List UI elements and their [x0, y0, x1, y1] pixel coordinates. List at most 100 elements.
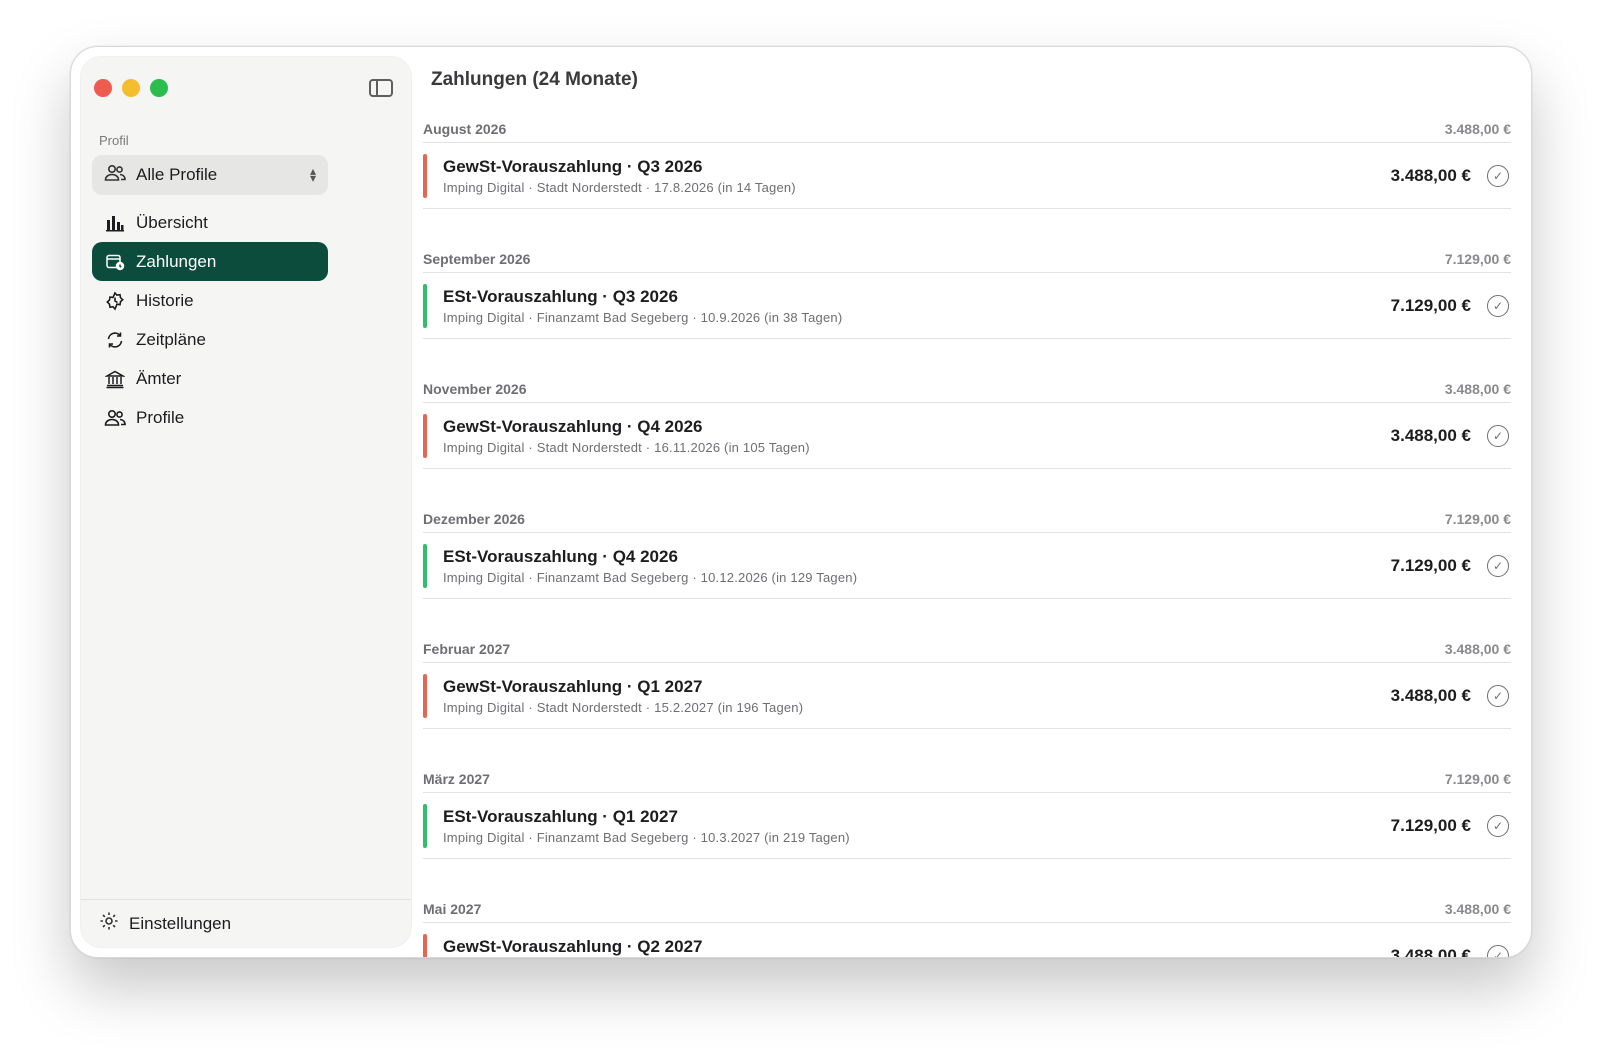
payment-info: GewSt-Vorauszahlung · Q3 2026 Imping Digi… — [443, 157, 1391, 195]
payment-info: ESt-Vorauszahlung · Q4 2026 Imping Digita… — [443, 547, 1391, 585]
month-total: 3.488,00 € — [1444, 120, 1511, 137]
payment-amount: 3.488,00 € — [1390, 165, 1471, 185]
main-content: Zahlungen (24 Monate) August 2026 3.488,0… — [423, 47, 1531, 957]
payment-meta: Imping Digital · Stadt Norderstedt · 15.… — [443, 699, 804, 715]
zoom-window-button[interactable] — [150, 79, 168, 97]
payment-type-indicator — [423, 803, 427, 848]
payment-info: GewSt-Vorauszahlung · Q2 2027Imping Digi… — [443, 936, 1391, 958]
payment-amount: 7.129,00 € — [1390, 815, 1471, 835]
checkmark-circle-icon[interactable]: ✓ — [1487, 164, 1509, 187]
payment-title: GewSt-Vorauszahlung · Q2 2027 — [443, 936, 703, 956]
payment-title: GewSt-Vorauszahlung · Q4 2026 — [443, 416, 703, 436]
history-icon — [104, 291, 126, 311]
sidebar-item-zahlungen[interactable]: Zahlungen — [92, 242, 328, 281]
sidebar-item-profile[interactable]: Profile — [92, 398, 328, 437]
month-label: Dezember 2026 — [423, 510, 525, 527]
payment-type-indicator — [423, 413, 427, 458]
sidebar-nav: Übersicht Zahlungen Historie Zeitpläne Ämter… — [92, 203, 328, 437]
page-title: Zahlungen (24 Monate) — [431, 69, 638, 90]
month-label: November 2026 — [423, 380, 527, 397]
payment-row[interactable]: ESt-Vorauszahlung · Q3 2026 Imping Digita… — [423, 273, 1511, 339]
payment-meta: Imping Digital · Stadt Norderstedt · 16.… — [443, 439, 810, 455]
sidebar: Profil Alle Profile ▴ ▾ Übersicht Zahlunge… — [81, 57, 411, 947]
people-icon — [104, 409, 126, 427]
month-group-header: August 2026 3.488,00 € — [423, 115, 1511, 143]
payment-row[interactable]: ESt-Vorauszahlung · Q4 2026 Imping Digita… — [423, 533, 1511, 599]
checkmark-circle-icon[interactable]: ✓ — [1487, 554, 1509, 577]
payment-type-indicator — [423, 543, 427, 588]
window-controls — [94, 79, 168, 97]
payment-row[interactable]: GewSt-Vorauszahlung · Q1 2027 Imping Digi… — [423, 663, 1511, 729]
profile-select[interactable]: Alle Profile ▴ ▾ — [92, 155, 328, 195]
payment-type-indicator — [423, 283, 427, 328]
sidebar-item-übersicht[interactable]: Übersicht — [92, 203, 328, 242]
checkmark-circle-icon[interactable]: ✓ — [1487, 424, 1509, 447]
month-group-header: November 2026 3.488,00 € — [423, 375, 1511, 403]
payment-amount: 7.129,00 € — [1390, 555, 1471, 575]
payment-meta: Imping Digital · Finanzamt Bad Segeberg … — [443, 569, 858, 585]
payment-row[interactable]: GewSt-Vorauszahlung · Q2 2027Imping Digi… — [423, 923, 1511, 958]
close-window-button[interactable] — [94, 79, 112, 97]
checkmark-circle-icon[interactable]: ✓ — [1487, 944, 1509, 957]
payment-info: ESt-Vorauszahlung · Q1 2027 Imping Digita… — [443, 807, 1391, 845]
chart-bar-icon — [104, 214, 126, 232]
payment-info: GewSt-Vorauszahlung · Q1 2027 Imping Digi… — [443, 677, 1391, 715]
payment-list[interactable]: August 2026 3.488,00 € GewSt-Vorauszahlung… — [423, 115, 1511, 958]
gear-icon — [99, 911, 119, 936]
month-label: September 2026 — [423, 250, 531, 267]
settings-button[interactable]: Einstellungen — [81, 899, 411, 947]
payment-meta: Imping Digital · Finanzamt Bad Segeberg … — [443, 829, 850, 845]
sidebar-item-label: Zahlungen — [136, 251, 217, 271]
payment-amount: 3.488,00 € — [1390, 945, 1471, 958]
sidebar-item-label: Profile — [136, 407, 185, 427]
month-total: 7.129,00 € — [1444, 250, 1511, 267]
profile-select-value: Alle Profile — [136, 165, 218, 184]
month-label: Mai 2027 — [423, 900, 482, 917]
building-columns-icon — [104, 369, 126, 389]
sidebar-item-ämter[interactable]: Ämter — [92, 359, 328, 398]
payment-amount: 3.488,00 € — [1390, 425, 1471, 445]
payment-meta: Imping Digital · Finanzamt Bad Segeberg … — [443, 309, 843, 325]
payment-meta: Imping Digital · Stadt Norderstedt · 17.… — [443, 179, 796, 195]
month-total: 3.488,00 € — [1444, 900, 1511, 917]
sidebar-item-label: Historie — [136, 290, 194, 310]
month-total: 3.488,00 € — [1444, 380, 1511, 397]
payment-row[interactable]: ESt-Vorauszahlung · Q1 2027 Imping Digita… — [423, 793, 1511, 859]
checkmark-circle-icon[interactable]: ✓ — [1487, 294, 1509, 317]
sidebar-item-label: Ämter — [136, 368, 182, 388]
month-label: März 2027 — [423, 770, 490, 787]
month-group-header: September 2026 7.129,00 € — [423, 245, 1511, 273]
payment-amount: 7.129,00 € — [1390, 295, 1471, 315]
payment-title: GewSt-Vorauszahlung · Q1 2027 — [443, 676, 703, 696]
sidebar-toggle-icon[interactable] — [369, 79, 393, 97]
sidebar-item-historie[interactable]: Historie — [92, 281, 328, 320]
month-group-header: März 2027 7.129,00 € — [423, 765, 1511, 793]
month-label: August 2026 — [423, 120, 507, 137]
refresh-icon — [104, 330, 126, 350]
payment-title: ESt-Vorauszahlung · Q1 2027 — [443, 806, 678, 826]
sidebar-item-zeitpläne[interactable]: Zeitpläne — [92, 320, 328, 359]
profile-section-label: Profil — [99, 133, 129, 148]
sidebar-item-label: Übersicht — [136, 212, 208, 232]
month-group-header: Dezember 2026 7.129,00 € — [423, 505, 1511, 533]
checkmark-circle-icon[interactable]: ✓ — [1487, 814, 1509, 837]
people-icon — [104, 164, 126, 187]
payment-row[interactable]: GewSt-Vorauszahlung · Q3 2026 Imping Digi… — [423, 143, 1511, 209]
month-group-header: Februar 2027 3.488,00 € — [423, 635, 1511, 663]
checkmark-circle-icon[interactable]: ✓ — [1487, 684, 1509, 707]
payment-info: ESt-Vorauszahlung · Q3 2026 Imping Digita… — [443, 287, 1391, 325]
payment-type-indicator — [423, 153, 427, 198]
payment-title: ESt-Vorauszahlung · Q3 2026 — [443, 286, 678, 306]
payment-type-indicator — [423, 673, 427, 718]
chevron-up-down-icon: ▴ ▾ — [309, 164, 316, 185]
payment-amount: 3.488,00 € — [1390, 685, 1471, 705]
payment-info: GewSt-Vorauszahlung · Q4 2026 Imping Digi… — [443, 417, 1391, 455]
payment-row[interactable]: GewSt-Vorauszahlung · Q4 2026 Imping Digi… — [423, 403, 1511, 469]
minimize-window-button[interactable] — [122, 79, 140, 97]
month-label: Februar 2027 — [423, 640, 511, 657]
payment-type-indicator — [423, 933, 427, 957]
